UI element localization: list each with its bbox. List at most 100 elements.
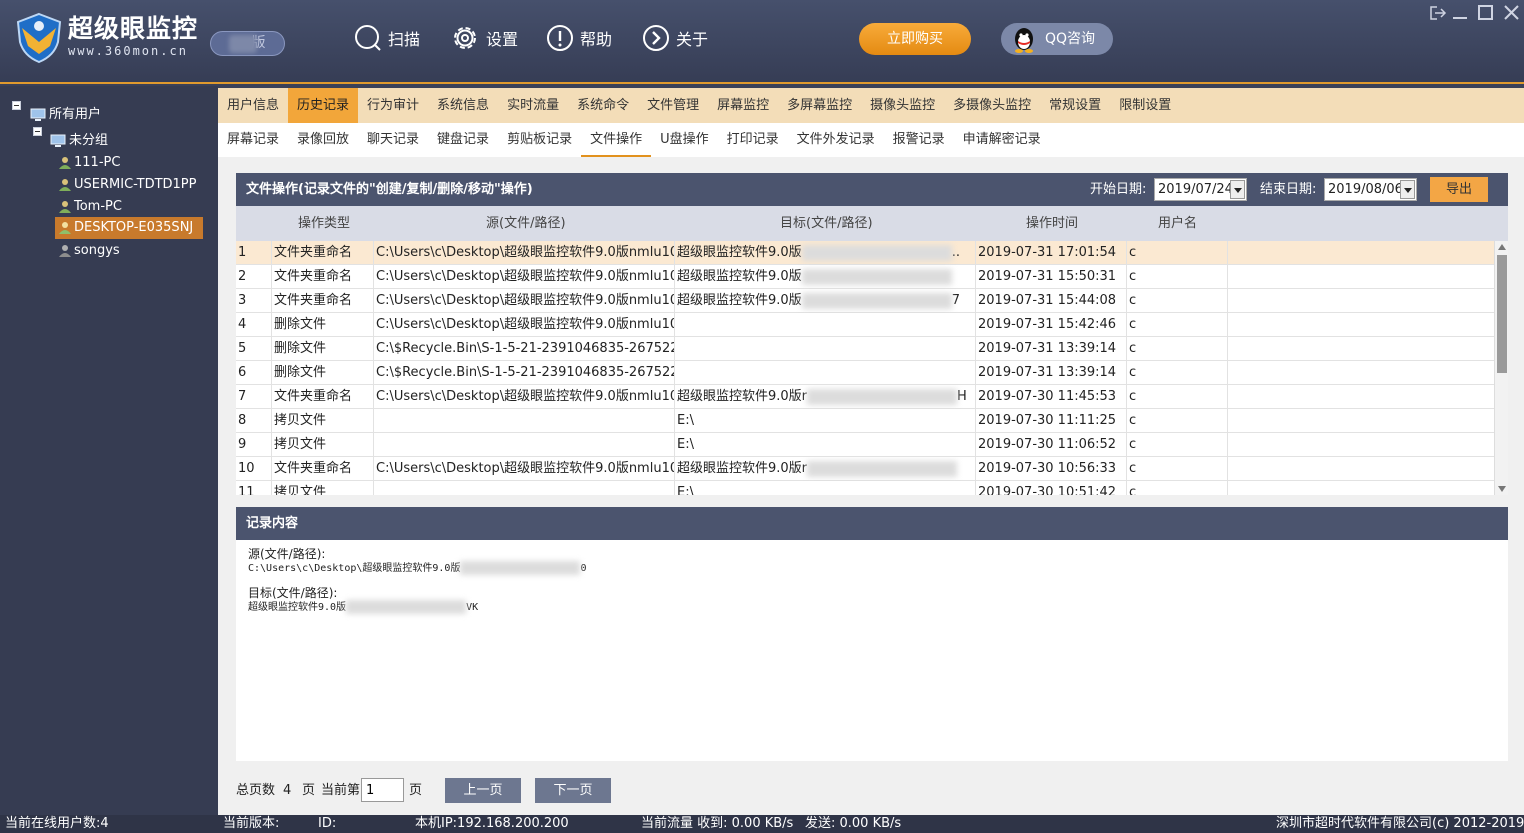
tree-collapse-group-icon[interactable] <box>33 127 42 136</box>
table-row[interactable]: 4 删除文件 C:\Users\c\Desktop\超级眼监控软件9.0版nmlu1… <box>236 313 1494 337</box>
cell-target: 超级眼监控软件9.0版 7 <box>675 289 976 313</box>
prev-page-button[interactable]: 上一页 <box>445 778 521 803</box>
buy-now-button[interactable]: 立即购买 <box>859 23 971 55</box>
nav-settings[interactable]: 设置 <box>450 22 518 54</box>
sub-tab-1[interactable]: 录像回放 <box>288 123 358 157</box>
main-tab-7[interactable]: 屏幕监控 <box>708 88 778 123</box>
scroll-down-icon[interactable] <box>1498 486 1506 492</box>
table-scrollbar[interactable] <box>1494 241 1508 495</box>
export-button[interactable]: 导出 <box>1430 177 1488 202</box>
sub-tab-5[interactable]: 文件操作 <box>581 123 652 157</box>
cell-index: 6 <box>236 361 272 385</box>
cell-target: E:\ <box>675 409 976 433</box>
cell-time-text: 2019-07-30 11:06:52 <box>978 437 1117 452</box>
sub-tab-0[interactable]: 屏幕记录 <box>218 123 288 157</box>
cell-index-text: 6 <box>238 365 247 380</box>
main-tab-0[interactable]: 用户信息 <box>218 88 288 123</box>
tree-collapse-root-icon[interactable] <box>12 101 21 110</box>
cell-user: c <box>1127 433 1228 457</box>
main-tab-2[interactable]: 行为审计 <box>358 88 428 123</box>
col-header-time[interactable]: 操作时间 <box>1026 206 1078 241</box>
table-row[interactable]: 1 文件夹重命名 C:\Users\c\Desktop\超级眼监控软件9.0版nml… <box>236 241 1494 265</box>
sub-tab-2[interactable]: 聊天记录 <box>358 123 428 157</box>
detail-source-value: C:\Users\c\Desktop\超级眼监控软件9.0版 0 <box>248 561 1496 575</box>
tree-user-item[interactable]: 111-PC <box>58 153 120 173</box>
maximize-icon[interactable] <box>1476 4 1496 22</box>
logout-icon[interactable] <box>1428 4 1448 22</box>
col-header-target[interactable]: 目标(文件/路径) <box>780 206 873 241</box>
tree-user-item-selected[interactable]: DESKTOP-E035SNJ <box>55 217 203 239</box>
start-date-label: 开始日期: <box>1090 182 1147 197</box>
chevron-down-icon[interactable] <box>1230 180 1245 199</box>
minimize-icon[interactable] <box>1450 4 1470 22</box>
cell-index-text: 11 <box>238 485 255 495</box>
app-header: 超级眼监控 www.360mon.cn 版 扫描 设置 帮助 关于 立即购买 Q… <box>0 0 1524 84</box>
chevron-down-icon[interactable] <box>1400 180 1415 199</box>
scroll-up-icon[interactable] <box>1498 244 1506 250</box>
table-row[interactable]: 10 文件夹重命名 C:\Users\c\Desktop\超级眼监控软件9.0版nm… <box>236 457 1494 481</box>
start-date-picker[interactable]: 2019/07/24 <box>1154 178 1247 201</box>
cell-time: 2019-07-31 15:42:46 <box>976 313 1127 337</box>
main-tab-9[interactable]: 摄像头监控 <box>861 88 944 123</box>
tree-user-label: Tom-PC <box>74 199 122 214</box>
table-row[interactable]: 6 删除文件 C:\$Recycle.Bin\S-1-5-21-2391046835… <box>236 361 1494 385</box>
cell-user: c <box>1127 361 1228 385</box>
scroll-thumb[interactable] <box>1497 255 1507 373</box>
sub-tab-9[interactable]: 报警记录 <box>884 123 954 157</box>
cell-source: C:\Users\c\Desktop\超级眼监控软件9.0版nmlu100 <box>374 265 675 289</box>
tree-user-label: USERMIC-TDTD1PP <box>74 177 197 192</box>
table-row[interactable]: 3 文件夹重命名 C:\Users\c\Desktop\超级眼监控软件9.0版nml… <box>236 289 1494 313</box>
cell-type-text: 文件夹重命名 <box>274 293 353 308</box>
cell-index: 4 <box>236 313 272 337</box>
qq-consult-button[interactable]: QQ咨询 <box>1001 23 1113 55</box>
sub-tab-8[interactable]: 文件外发记录 <box>788 123 884 157</box>
detail-panel-body[interactable]: 源(文件/路径): C:\Users\c\Desktop\超级眼监控软件9.0版… <box>236 540 1508 761</box>
cell-time-text: 2019-07-30 11:11:25 <box>978 413 1117 428</box>
tree-item-all-users[interactable]: 所有用户 <box>30 105 101 125</box>
cell-time-text: 2019-07-31 13:39:14 <box>978 365 1117 380</box>
main-tab-4[interactable]: 实时流量 <box>498 88 568 123</box>
table-row[interactable]: 2 文件夹重命名 C:\Users\c\Desktop\超级眼监控软件9.0版nml… <box>236 265 1494 289</box>
table-row[interactable]: 11 拷贝文件 E:\ 2019-07-30 10:51:42 c <box>236 481 1494 495</box>
table-row[interactable]: 9 拷贝文件 E:\ 2019-07-30 11:06:52 c <box>236 433 1494 457</box>
total-pages-label: 总页数 <box>236 783 276 798</box>
nav-about[interactable]: 关于 <box>642 22 708 54</box>
col-header-source[interactable]: 源(文件/路径) <box>486 206 566 241</box>
next-page-button[interactable]: 下一页 <box>535 778 611 803</box>
table-row[interactable]: 7 文件夹重命名 C:\Users\c\Desktop\超级眼监控软件9.0版nml… <box>236 385 1494 409</box>
main-tab-11[interactable]: 常规设置 <box>1040 88 1110 123</box>
table-row[interactable]: 5 删除文件 C:\$Recycle.Bin\S-1-5-21-2391046835… <box>236 337 1494 361</box>
col-header-user[interactable]: 用户名 <box>1158 206 1197 241</box>
tree-user-item[interactable]: songys <box>58 241 120 261</box>
nav-about-label: 关于 <box>676 30 709 49</box>
sub-tab-6[interactable]: U盘操作 <box>651 123 718 157</box>
tree-user-item[interactable]: Tom-PC <box>58 197 122 217</box>
sub-tab-4[interactable]: 剪贴板记录 <box>498 123 581 157</box>
cell-target-text: E:\ <box>677 485 694 495</box>
table-row[interactable]: 8 拷贝文件 E:\ 2019-07-30 11:11:25 c <box>236 409 1494 433</box>
main-tab-12[interactable]: 限制设置 <box>1110 88 1180 123</box>
tree-label-all-users: 所有用户 <box>49 107 102 122</box>
end-date-picker[interactable]: 2019/08/06 <box>1324 178 1417 201</box>
main-tab-6[interactable]: 文件管理 <box>638 88 708 123</box>
cell-type-text: 文件夹重命名 <box>274 245 353 260</box>
current-page-input[interactable] <box>361 778 404 802</box>
sub-tab-7[interactable]: 打印记录 <box>718 123 788 157</box>
sub-tab-10[interactable]: 申请解密记录 <box>954 123 1050 157</box>
tree-user-item[interactable]: USERMIC-TDTD1PP <box>58 175 197 195</box>
cell-index-text: 2 <box>238 269 247 284</box>
nav-scan[interactable]: 扫描 <box>354 22 420 54</box>
main-tab-5[interactable]: 系统命令 <box>568 88 638 123</box>
close-icon[interactable] <box>1502 4 1522 22</box>
main-tab-10[interactable]: 多摄像头监控 <box>944 88 1040 123</box>
cell-source <box>374 481 675 495</box>
sub-tab-3[interactable]: 键盘记录 <box>428 123 498 157</box>
tree-item-ungrouped[interactable]: 未分组 <box>50 131 108 151</box>
main-tab-8[interactable]: 多屏幕监控 <box>778 88 861 123</box>
main-tab-1[interactable]: 历史记录 <box>288 88 359 123</box>
main-tab-3[interactable]: 系统信息 <box>428 88 498 123</box>
col-header-type[interactable]: 操作类型 <box>298 206 350 241</box>
cell-target <box>675 337 976 361</box>
nav-help[interactable]: 帮助 <box>546 22 612 54</box>
cell-target-text: 超级眼监控软件9.0版r <box>677 389 808 404</box>
